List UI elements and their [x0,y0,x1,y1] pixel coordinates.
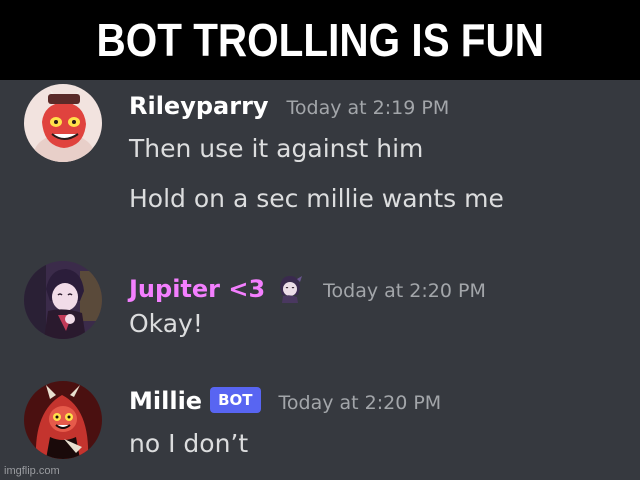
banner-title: BOT TROLLING IS FUN [96,14,544,66]
message-group-jupiter: Jupiter <3 Today at 2:20 PM Okay! [0,255,640,355]
timestamp: Today at 2:20 PM [323,280,486,302]
username[interactable]: Millie [129,387,202,415]
timestamp: Today at 2:19 PM [286,97,450,119]
message-text: Okay! [129,309,203,338]
message-header: Jupiter <3 Today at 2:20 PM [129,267,486,303]
message-text: Then use it against him [129,134,424,163]
username[interactable]: Jupiter <3 [129,275,265,303]
message-text: no I don’t [129,429,249,458]
message-text: Hold on a sec millie wants me [129,184,504,213]
message-header: Millie BOT Today at 2:20 PM [129,387,441,417]
meme-banner: BOT TROLLING IS FUN [0,0,640,80]
username[interactable]: Rileyparry [129,92,269,120]
watermark: imgflip.com [4,465,60,477]
avatar-rileyparry[interactable] [24,84,102,162]
message-header: Rileyparry Today at 2:19 PM [129,92,449,120]
message-group-millie: Millie BOT Today at 2:20 PM no I don’t [0,375,640,475]
timestamp: Today at 2:20 PM [278,392,442,414]
avatar-millie[interactable] [24,381,102,459]
message-group-rileyparry: Rileyparry Today at 2:19 PM Then use it … [0,80,640,240]
bot-tag: BOT [210,387,261,413]
character-emoji-icon [275,273,305,303]
avatar-jupiter[interactable] [24,261,102,339]
